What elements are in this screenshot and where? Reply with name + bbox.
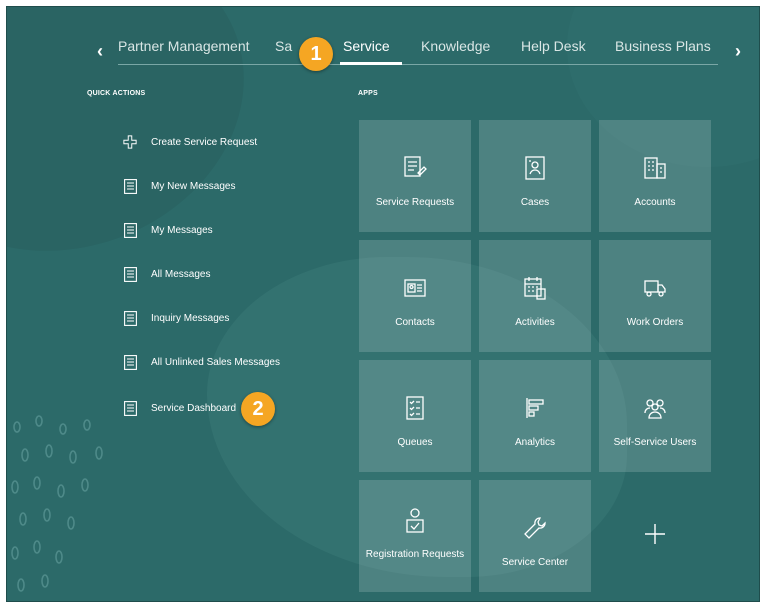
tab-help-desk[interactable]: Help Desk	[521, 38, 586, 54]
app-tile-label: Accounts	[634, 197, 676, 208]
app-tile-label: Work Orders	[626, 317, 684, 328]
quick-action-label: My Messages	[151, 224, 213, 236]
app-tile-label: Activities	[515, 317, 555, 328]
quick-action-my-messages[interactable]: My Messages	[123, 220, 213, 240]
service-request-icon	[401, 154, 429, 182]
app-tile-registration-requests[interactable]: Registration Requests	[359, 480, 471, 592]
nav-divider	[118, 64, 718, 65]
app-tile-analytics[interactable]: Analytics	[479, 360, 591, 472]
document-icon	[123, 178, 137, 194]
quick-actions-heading: QUICK ACTIONS	[87, 90, 146, 97]
bar-chart-icon	[521, 394, 549, 422]
users-group-icon	[641, 394, 669, 422]
top-navigation: ‹ Partner Management Sa Service Knowledg…	[7, 7, 759, 77]
plus-outline-icon	[123, 134, 137, 150]
app-tile-label: Service Center	[501, 557, 569, 568]
app-tile-label: Contacts	[395, 317, 435, 328]
calendar-icon	[521, 274, 549, 302]
app-tile-label: Queues	[397, 437, 433, 448]
plus-icon	[643, 522, 667, 551]
app-tile-contacts[interactable]: Contacts	[359, 240, 471, 352]
document-icon	[123, 310, 137, 326]
quick-action-create-service-request[interactable]: Create Service Request	[123, 132, 257, 152]
registration-icon	[401, 506, 429, 534]
app-tile-self-service-users[interactable]: Self-Service Users	[599, 360, 711, 472]
checklist-icon	[401, 394, 429, 422]
apps-heading: APPS	[358, 90, 378, 97]
app-tile-queues[interactable]: Queues	[359, 360, 471, 472]
quick-action-label: Inquiry Messages	[151, 312, 230, 324]
chevron-right-icon[interactable]: ›	[729, 41, 747, 62]
app-tile-label: Registration Requests	[365, 549, 465, 560]
app-tile-accounts[interactable]: Accounts	[599, 120, 711, 232]
tab-partner-management[interactable]: Partner Management	[118, 38, 250, 54]
springboard: ‹ Partner Management Sa Service Knowledg…	[6, 6, 760, 602]
tab-knowledge[interactable]: Knowledge	[421, 38, 490, 54]
quick-action-label: All Unlinked Sales Messages	[151, 356, 280, 368]
callout-badge-2: 2	[241, 392, 275, 426]
quick-action-all-unlinked-sales-messages[interactable]: All Unlinked Sales Messages	[123, 352, 280, 372]
active-tab-indicator	[340, 62, 402, 65]
quick-action-my-new-messages[interactable]: My New Messages	[123, 176, 235, 196]
document-icon	[123, 266, 137, 282]
quick-action-all-messages[interactable]: All Messages	[123, 264, 210, 284]
building-icon	[641, 154, 669, 182]
app-tile-label: Cases	[520, 197, 550, 208]
add-app-button[interactable]	[599, 480, 711, 592]
quick-action-label: Create Service Request	[151, 136, 258, 148]
quick-action-label: All Messages	[151, 268, 211, 280]
app-tile-work-orders[interactable]: Work Orders	[599, 240, 711, 352]
quick-action-label: Service Dashboard	[151, 402, 237, 414]
contact-card-icon	[401, 274, 429, 302]
cases-icon	[521, 154, 549, 182]
callout-badge-1: 1	[299, 37, 333, 71]
quick-action-service-dashboard[interactable]: Service Dashboard	[123, 398, 236, 418]
document-icon	[123, 400, 137, 416]
document-icon	[123, 222, 137, 238]
truck-icon	[641, 274, 669, 302]
app-tile-cases[interactable]: Cases	[479, 120, 591, 232]
quick-action-inquiry-messages[interactable]: Inquiry Messages	[123, 308, 229, 328]
app-tile-activities[interactable]: Activities	[479, 240, 591, 352]
tab-business-plans[interactable]: Business Plans	[615, 38, 711, 54]
tab-service[interactable]: Service	[343, 38, 390, 54]
quick-action-label: My New Messages	[151, 180, 236, 192]
app-tile-label: Service Requests	[375, 197, 455, 208]
tab-sales[interactable]: Sa	[275, 38, 292, 54]
chevron-left-icon[interactable]: ‹	[91, 41, 109, 62]
wrench-icon	[521, 514, 549, 542]
app-tile-label: Self-Service Users	[613, 437, 697, 448]
background-dots	[11, 415, 103, 592]
app-tile-label: Analytics	[514, 437, 555, 448]
app-tile-service-requests[interactable]: Service Requests	[359, 120, 471, 232]
app-tile-service-center[interactable]: Service Center	[479, 480, 591, 592]
document-icon	[123, 354, 137, 370]
